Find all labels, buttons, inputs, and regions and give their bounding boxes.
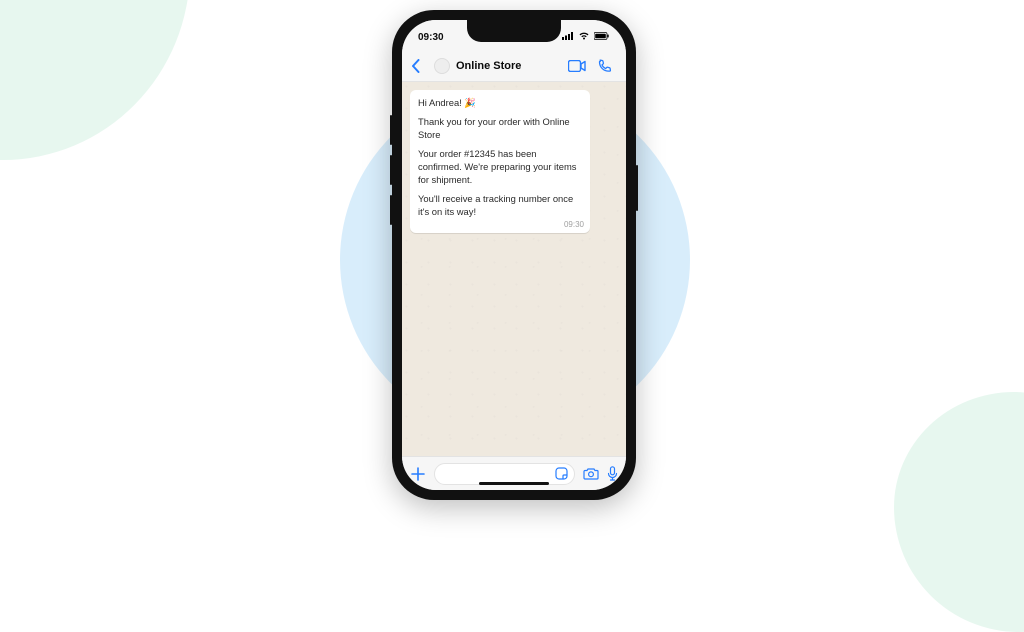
signal-icon bbox=[562, 32, 574, 43]
home-indicator[interactable] bbox=[479, 482, 549, 485]
back-button[interactable] bbox=[410, 59, 422, 73]
message-line: Your order #12345 has been confirmed. We… bbox=[418, 148, 582, 187]
chat-header: Online Store bbox=[402, 50, 626, 82]
camera-button[interactable] bbox=[583, 467, 599, 480]
message-line: You'll receive a tracking number once it… bbox=[418, 193, 582, 219]
bg-shape-bottom-right bbox=[894, 392, 1024, 632]
status-time: 09:30 bbox=[418, 32, 444, 43]
mic-button[interactable] bbox=[607, 466, 618, 481]
message-time: 09:30 bbox=[564, 219, 584, 230]
plus-button[interactable] bbox=[410, 466, 426, 482]
message-line: Hi Andrea! 🎉 bbox=[418, 97, 582, 110]
chat-body[interactable]: Hi Andrea! 🎉 Thank you for your order wi… bbox=[402, 82, 626, 456]
message-line: Thank you for your order with Online Sto… bbox=[418, 116, 582, 142]
voice-call-button[interactable] bbox=[598, 59, 612, 73]
status-indicators bbox=[562, 32, 610, 43]
contact-name[interactable]: Online Store bbox=[456, 60, 562, 72]
message-bubble[interactable]: Hi Andrea! 🎉 Thank you for your order wi… bbox=[410, 90, 590, 233]
bg-shape-top-left bbox=[0, 0, 190, 160]
contact-avatar[interactable] bbox=[434, 58, 450, 74]
sticker-icon[interactable] bbox=[555, 467, 568, 480]
phone-screen: 09:30 Online Store bbox=[402, 20, 626, 490]
wifi-icon bbox=[578, 32, 590, 43]
battery-icon bbox=[594, 32, 610, 43]
video-call-button[interactable] bbox=[568, 60, 586, 72]
notch bbox=[467, 20, 561, 42]
phone-frame: 09:30 Online Store bbox=[392, 10, 636, 500]
